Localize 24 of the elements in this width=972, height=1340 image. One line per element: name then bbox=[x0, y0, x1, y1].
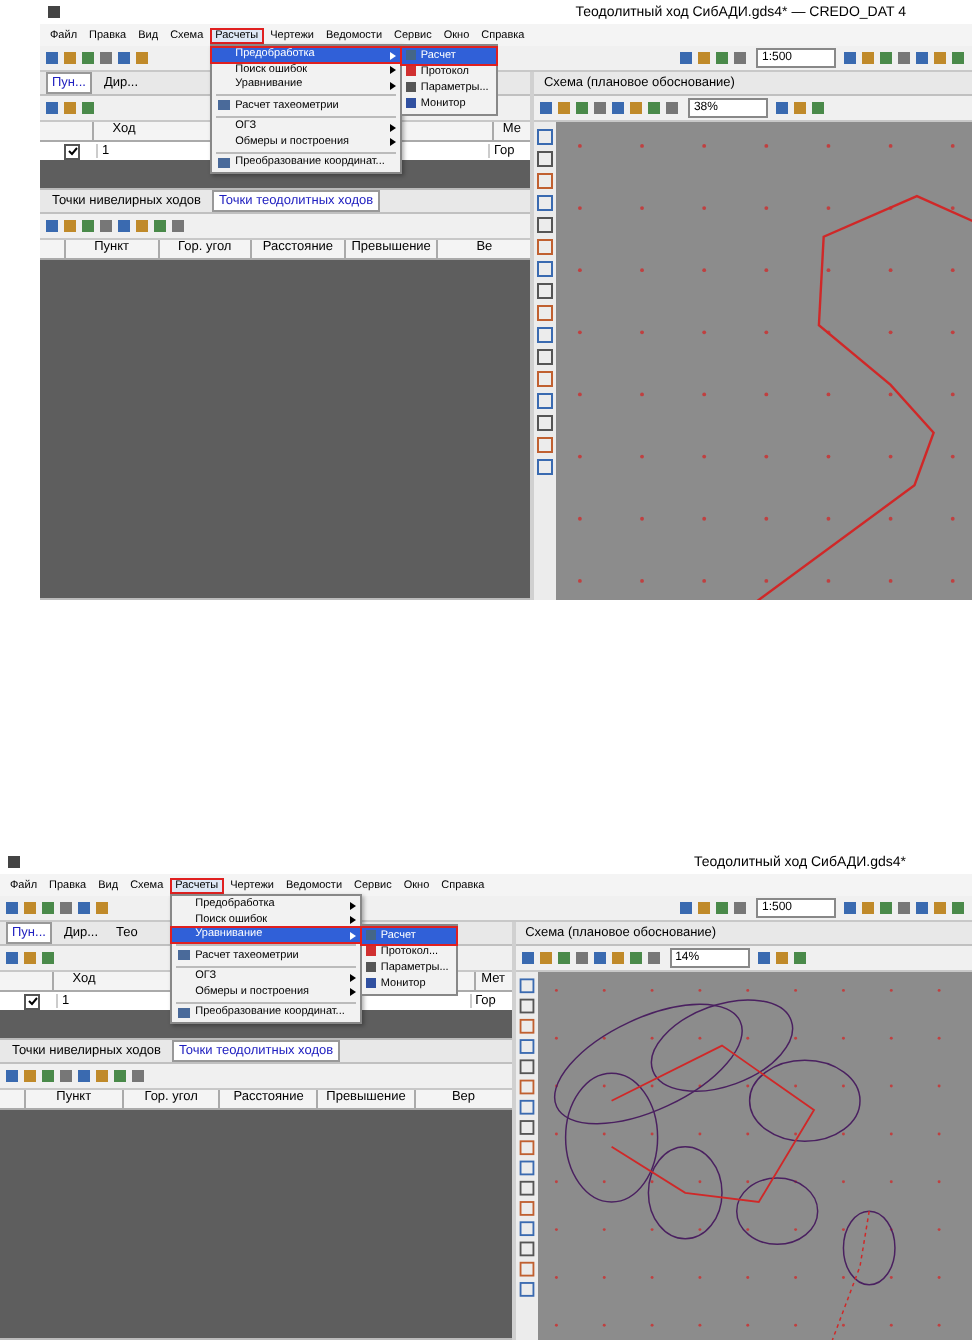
pane-toolbar-icons-drawing[interactable] bbox=[4, 950, 58, 966]
tool-icon bbox=[217, 100, 230, 110]
tool-icon bbox=[177, 1007, 190, 1017]
row-checkbox[interactable] bbox=[24, 993, 40, 1009]
pane-toolbar-icons-drawing[interactable] bbox=[44, 100, 98, 116]
tool-strip-icons-drawing[interactable] bbox=[515, 972, 538, 1340]
toolbar-icons-drawing[interactable] bbox=[678, 50, 750, 66]
toolbar-icons-drawing[interactable] bbox=[842, 900, 968, 916]
pane-toolbar-icons-drawing[interactable] bbox=[4, 1068, 148, 1084]
scheme-toolbar-icons-drawing[interactable] bbox=[537, 100, 682, 116]
tool-strip-icons-drawing[interactable] bbox=[533, 122, 556, 600]
tool-icon bbox=[217, 157, 230, 167]
toolbar-icons-drawing[interactable] bbox=[4, 900, 112, 916]
app-icon bbox=[46, 4, 62, 20]
scheme-toolbar-icons-drawing[interactable] bbox=[755, 950, 810, 966]
toolbar-icons-drawing[interactable] bbox=[678, 900, 750, 916]
app-icon bbox=[6, 854, 22, 870]
scheme-toolbar-icons-drawing[interactable] bbox=[773, 100, 828, 116]
pane-toolbar-icons-drawing[interactable] bbox=[44, 218, 188, 234]
row-checkbox[interactable] bbox=[64, 143, 80, 159]
toolbar-icons-drawing[interactable] bbox=[44, 50, 152, 66]
tool-icon bbox=[177, 950, 190, 960]
toolbar-icons-drawing[interactable] bbox=[842, 50, 968, 66]
scheme-toolbar-icons-drawing[interactable] bbox=[519, 950, 664, 966]
